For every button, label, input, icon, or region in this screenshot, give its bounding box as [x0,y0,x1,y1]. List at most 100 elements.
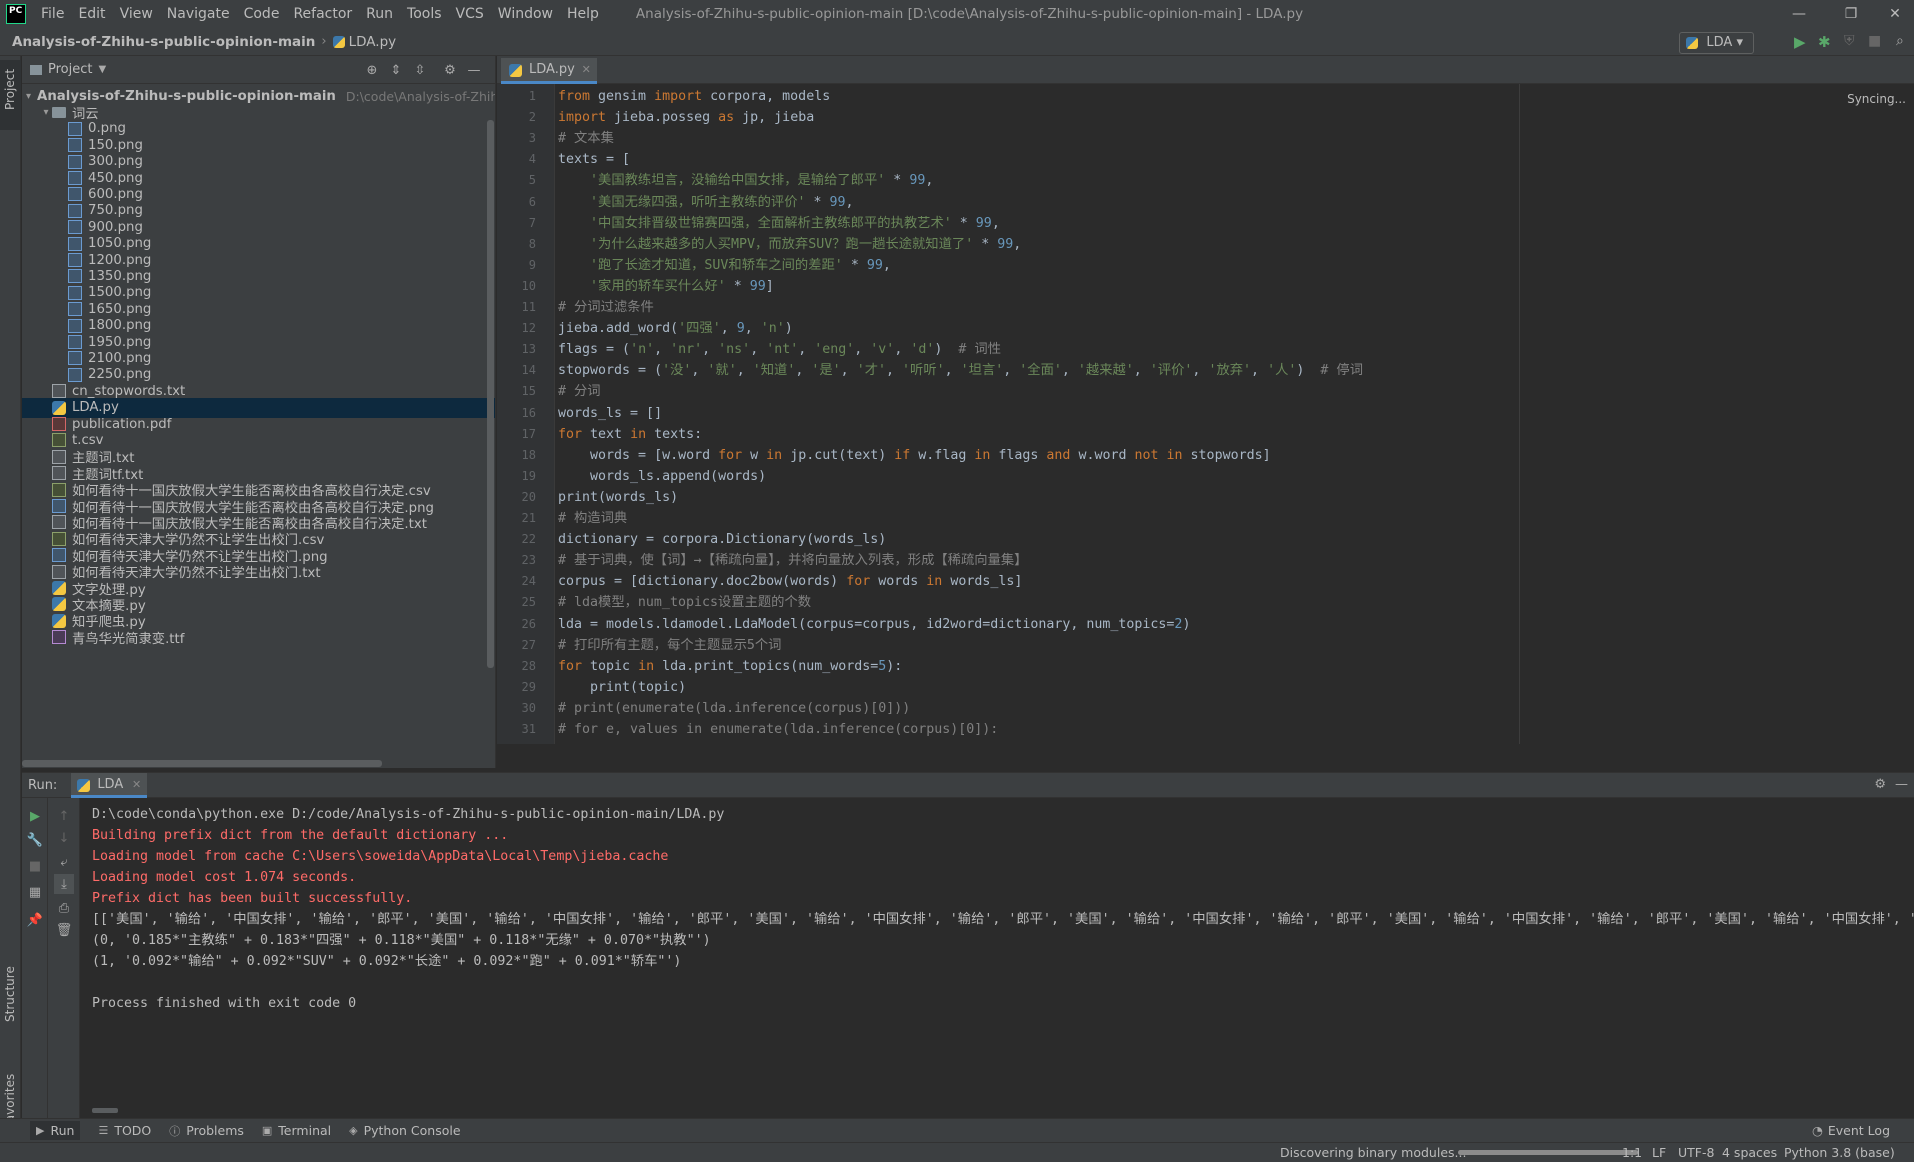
code-line[interactable]: # for e, values in enumerate(lda.inferen… [558,719,998,740]
wrench-icon[interactable]: 🔧 [25,830,45,850]
rerun-icon[interactable]: ▶ [25,806,45,826]
console-scrollbar[interactable] [92,1108,118,1113]
tab-terminal[interactable]: ▣ Terminal [262,1123,331,1138]
code-line[interactable]: from gensim import corpora, models [558,86,830,107]
coverage-icon[interactable]: ⛨ [1844,33,1855,49]
chevron-down-icon[interactable]: ▾ [40,107,52,118]
code-line[interactable]: import jieba.posseg as jp, jieba [558,107,814,128]
code-line[interactable]: '中国女排晋级世锦赛四强，全面解析主教练郎平的执教艺术' * 99, [558,213,1000,234]
code-line[interactable]: flags = ('n', 'nr', 'ns', 'nt', 'eng', '… [558,339,1001,360]
run-tab-lda[interactable]: LDA ✕ [71,772,148,798]
code-line[interactable]: # 分词过滤条件 [558,297,654,318]
code-line[interactable]: # 基于词典，使【词】→【稀疏向量】，并将向量放入列表，形成【稀疏向量集】 [558,550,1027,571]
code-line[interactable]: dictionary = corpora.Dictionary(words_ls… [558,529,886,550]
menu-file[interactable]: File [34,0,71,28]
code-line[interactable]: # print(enumerate(lda.inference(corpus)[… [558,698,910,719]
code-line[interactable]: '美国教练坦言，没输给中国女排，是输给了郎平' * 99, [558,170,933,191]
event-log-button[interactable]: ◔ Event Log [1812,1123,1890,1138]
scroll-to-end-icon[interactable]: ⤓ [54,874,74,894]
code-line[interactable]: '为什么越来越多的人买MPV，而放弃SUV？跑一趟长途就知道了' * 99, [558,234,1021,255]
arrow-down-icon[interactable]: ↓ [54,828,74,848]
code-line[interactable]: # lda模型，num_topics设置主题的个数 [558,592,811,613]
tab-todo[interactable]: ☰ TODO [98,1123,151,1138]
code-line[interactable]: stopwords = ('没', '就', '知道', '是', '才', '… [558,360,1363,381]
menu-window[interactable]: Window [491,0,560,28]
line-separator[interactable]: LF [1652,1145,1666,1160]
layout-icon[interactable]: ▦ [25,882,45,902]
project-panel-title[interactable]: Project [48,62,92,77]
hide-icon[interactable]: — [1895,777,1908,792]
structure-tool-tab[interactable]: Structure [0,956,21,1036]
close-run-tab-icon[interactable]: ✕ [132,773,141,797]
menu-help[interactable]: Help [560,0,606,28]
tab-python-console[interactable]: ◈ Python Console [349,1123,460,1138]
code-line[interactable]: print(words_ls) [558,487,678,508]
code-line[interactable]: jieba.add_word('四强', 9, 'n') [558,318,793,339]
menu-view[interactable]: View [113,0,160,28]
menu-navigate[interactable]: Navigate [160,0,237,28]
menu-run[interactable]: Run [359,0,400,28]
run-icon[interactable]: ▶ [1794,33,1806,51]
expand-all-icon[interactable]: ⇕ [388,62,404,78]
gear-icon[interactable]: ⚙ [1874,777,1886,792]
project-horizontal-scrollbar[interactable] [22,760,382,767]
code-line[interactable]: for text in texts: [558,424,702,445]
pin-icon[interactable]: 📌 [25,910,45,930]
gear-icon[interactable]: ⚙ [442,62,458,78]
code-token: as [718,110,743,126]
code-line[interactable]: '美国无缘四强，听听主教练的评价' * 99, [558,192,854,213]
code-line[interactable]: # 文本集 [558,128,614,149]
tab-lda-py[interactable]: LDA.py ✕ [501,58,597,84]
code-line[interactable]: words_ls = [] [558,403,662,424]
code-line[interactable]: words = [w.word for w in jp.cut(text) if… [558,445,1271,466]
menu-edit[interactable]: Edit [71,0,112,28]
code-line[interactable]: lda = models.ldamodel.LdaModel(corpus=co… [558,614,1190,635]
code-line[interactable]: # 打印所有主题，每个主题显示5个词 [558,635,781,656]
search-everywhere-icon[interactable]: ⌕ [1896,33,1904,49]
console-output[interactable]: D:\code\conda\python.exe D:/code/Analysi… [80,798,1914,1116]
background-task-status[interactable]: Discovering binary modules... [1280,1145,1466,1160]
stop-icon[interactable]: ■ [25,856,45,876]
code-line[interactable]: '家用的轿车买什么好' * 99] [558,276,774,297]
close-icon[interactable]: ✕ [1876,0,1914,28]
chevron-down-icon[interactable]: ▼ [98,64,106,75]
tab-run[interactable]: ▶ Run [30,1121,81,1140]
breadcrumb-file[interactable]: LDA.py [349,34,397,50]
trash-icon[interactable]: 🗑 [54,920,74,940]
caret-position[interactable]: 1:1 [1622,1145,1642,1160]
code-line[interactable]: for topic in lda.print_topics(num_words=… [558,656,902,677]
chevron-down-icon[interactable]: ▾ [26,91,31,102]
print-icon[interactable]: ⎙ [54,898,74,918]
close-tab-icon[interactable]: ✕ [582,58,591,82]
code-line[interactable]: print(topic) [558,677,686,698]
code-line[interactable]: # 构造词典 [558,508,627,529]
menu-refactor[interactable]: Refactor [286,0,359,28]
project-tool-tab[interactable]: Project [0,60,21,130]
minimize-icon[interactable]: — [1776,0,1822,28]
python-interpreter[interactable]: Python 3.8 (base) [1784,1145,1895,1160]
hide-icon[interactable]: — [466,62,482,78]
tree-file[interactable]: 青鸟华光简隶变.ttf [22,627,495,647]
stop-icon[interactable]: ■ [1868,33,1881,49]
menu-code[interactable]: Code [237,0,287,28]
debug-icon[interactable]: ✱ [1818,33,1831,51]
soft-wrap-icon[interactable]: ⤶ [54,852,74,872]
file-encoding[interactable]: UTF-8 [1678,1145,1714,1160]
locate-icon[interactable]: ⊕ [364,62,380,78]
tab-problems[interactable]: ⓘ Problems [169,1123,244,1139]
restore-icon[interactable]: ❐ [1828,0,1874,28]
run-configuration-select[interactable]: LDA ▾ [1679,32,1754,54]
code-editor[interactable]: from gensim import corpora, models import… [558,84,1858,744]
code-line[interactable]: texts = [ [558,149,630,170]
project-scrollbar[interactable] [487,120,494,668]
code-line[interactable]: words_ls.append(words) [558,466,766,487]
menu-vcs[interactable]: VCS [449,0,491,28]
code-line[interactable]: corpus = [dictionary.doc2bow(words) for … [558,571,1022,592]
code-line[interactable]: # 分词 [558,381,601,402]
collapse-all-icon[interactable]: ⇳ [412,62,428,78]
indent-setting[interactable]: 4 spaces [1722,1145,1777,1160]
code-line[interactable]: '跑了长途才知道，SUV和轿车之间的差距' * 99, [558,255,891,276]
arrow-up-icon[interactable]: ↑ [54,806,74,826]
menu-tools[interactable]: Tools [400,0,449,28]
breadcrumb-project[interactable]: Analysis-of-Zhihu-s-public-opinion-main [12,34,315,50]
